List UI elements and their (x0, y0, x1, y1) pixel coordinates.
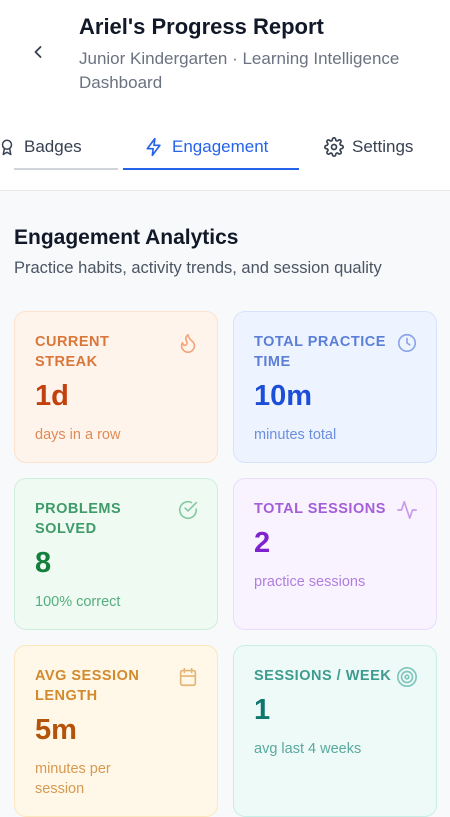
page-subtitle: Junior Kindergarten · Learning Intellige… (79, 49, 400, 92)
stat-card-problems-solved: PROBLEMS SOLVED 8 100% correct (14, 478, 218, 630)
card-label: PROBLEMS SOLVED (35, 501, 122, 537)
check-circle-icon (178, 501, 198, 519)
card-subtext: minutes total (254, 427, 337, 443)
card-subtext: avg last 4 weeks (254, 741, 362, 757)
card-label: TOTAL SESSIONS (254, 501, 386, 517)
card-value: 1 (254, 694, 271, 726)
activity-icon (397, 500, 417, 520)
tab-underline (14, 168, 118, 170)
back-button[interactable] (26, 40, 50, 64)
tab-label: Settings (352, 137, 414, 156)
card-subtext: practice sessions (254, 574, 366, 590)
card-label: CURRENT STREAK (35, 334, 110, 370)
card-value: 2 (254, 527, 271, 559)
tab-engagement[interactable]: Engagement (123, 124, 299, 170)
header: Ariel's Progress Report Junior Kindergar… (0, 0, 450, 191)
card-value: 5m (35, 714, 77, 746)
gear-icon (324, 137, 344, 157)
chevron-left-icon (34, 46, 42, 58)
stat-card-current-streak: CURRENT STREAK 1d days in a row (14, 311, 218, 463)
calendar-icon (179, 667, 197, 687)
card-value: 1d (35, 380, 69, 412)
flame-icon (180, 333, 196, 353)
target-icon (397, 667, 417, 687)
tab-label: Badges (24, 137, 82, 156)
card-subtext: days in a row (35, 427, 121, 443)
card-value: 10m (254, 380, 313, 412)
stat-card-total-practice-time: TOTAL PRACTICE TIME 10m minutes total (233, 311, 437, 463)
card-label: TOTAL PRACTICE TIME (254, 334, 386, 370)
lightning-icon (146, 137, 161, 157)
card-label: AVG SESSION LENGTH (35, 668, 140, 704)
page-title: Ariel's Progress Report (79, 14, 324, 39)
stat-card-sessions-per-week: SESSIONS / WEEK 1 avg last 4 weeks (233, 645, 437, 817)
card-value: 8 (35, 547, 52, 579)
card-subtext: 100% correct (35, 594, 121, 610)
tab-label: Engagement (172, 137, 269, 156)
tab-badges[interactable]: Badges (0, 124, 118, 170)
section-title: Engagement Analytics (14, 226, 239, 249)
stat-card-avg-session-length: AVG SESSION LENGTH 5m minutes per sessio… (14, 645, 218, 817)
tab-active-underline (123, 168, 299, 170)
tab-settings[interactable]: Settings (324, 124, 450, 170)
stat-card-total-sessions: TOTAL SESSIONS 2 practice sessions (233, 478, 437, 630)
badge-icon (1, 139, 13, 156)
card-label: SESSIONS / WEEK (254, 668, 392, 684)
section-description: Practice habits, activity trends, and se… (14, 259, 382, 277)
card-subtext: minutes per session (35, 761, 111, 797)
clock-icon (397, 333, 417, 353)
